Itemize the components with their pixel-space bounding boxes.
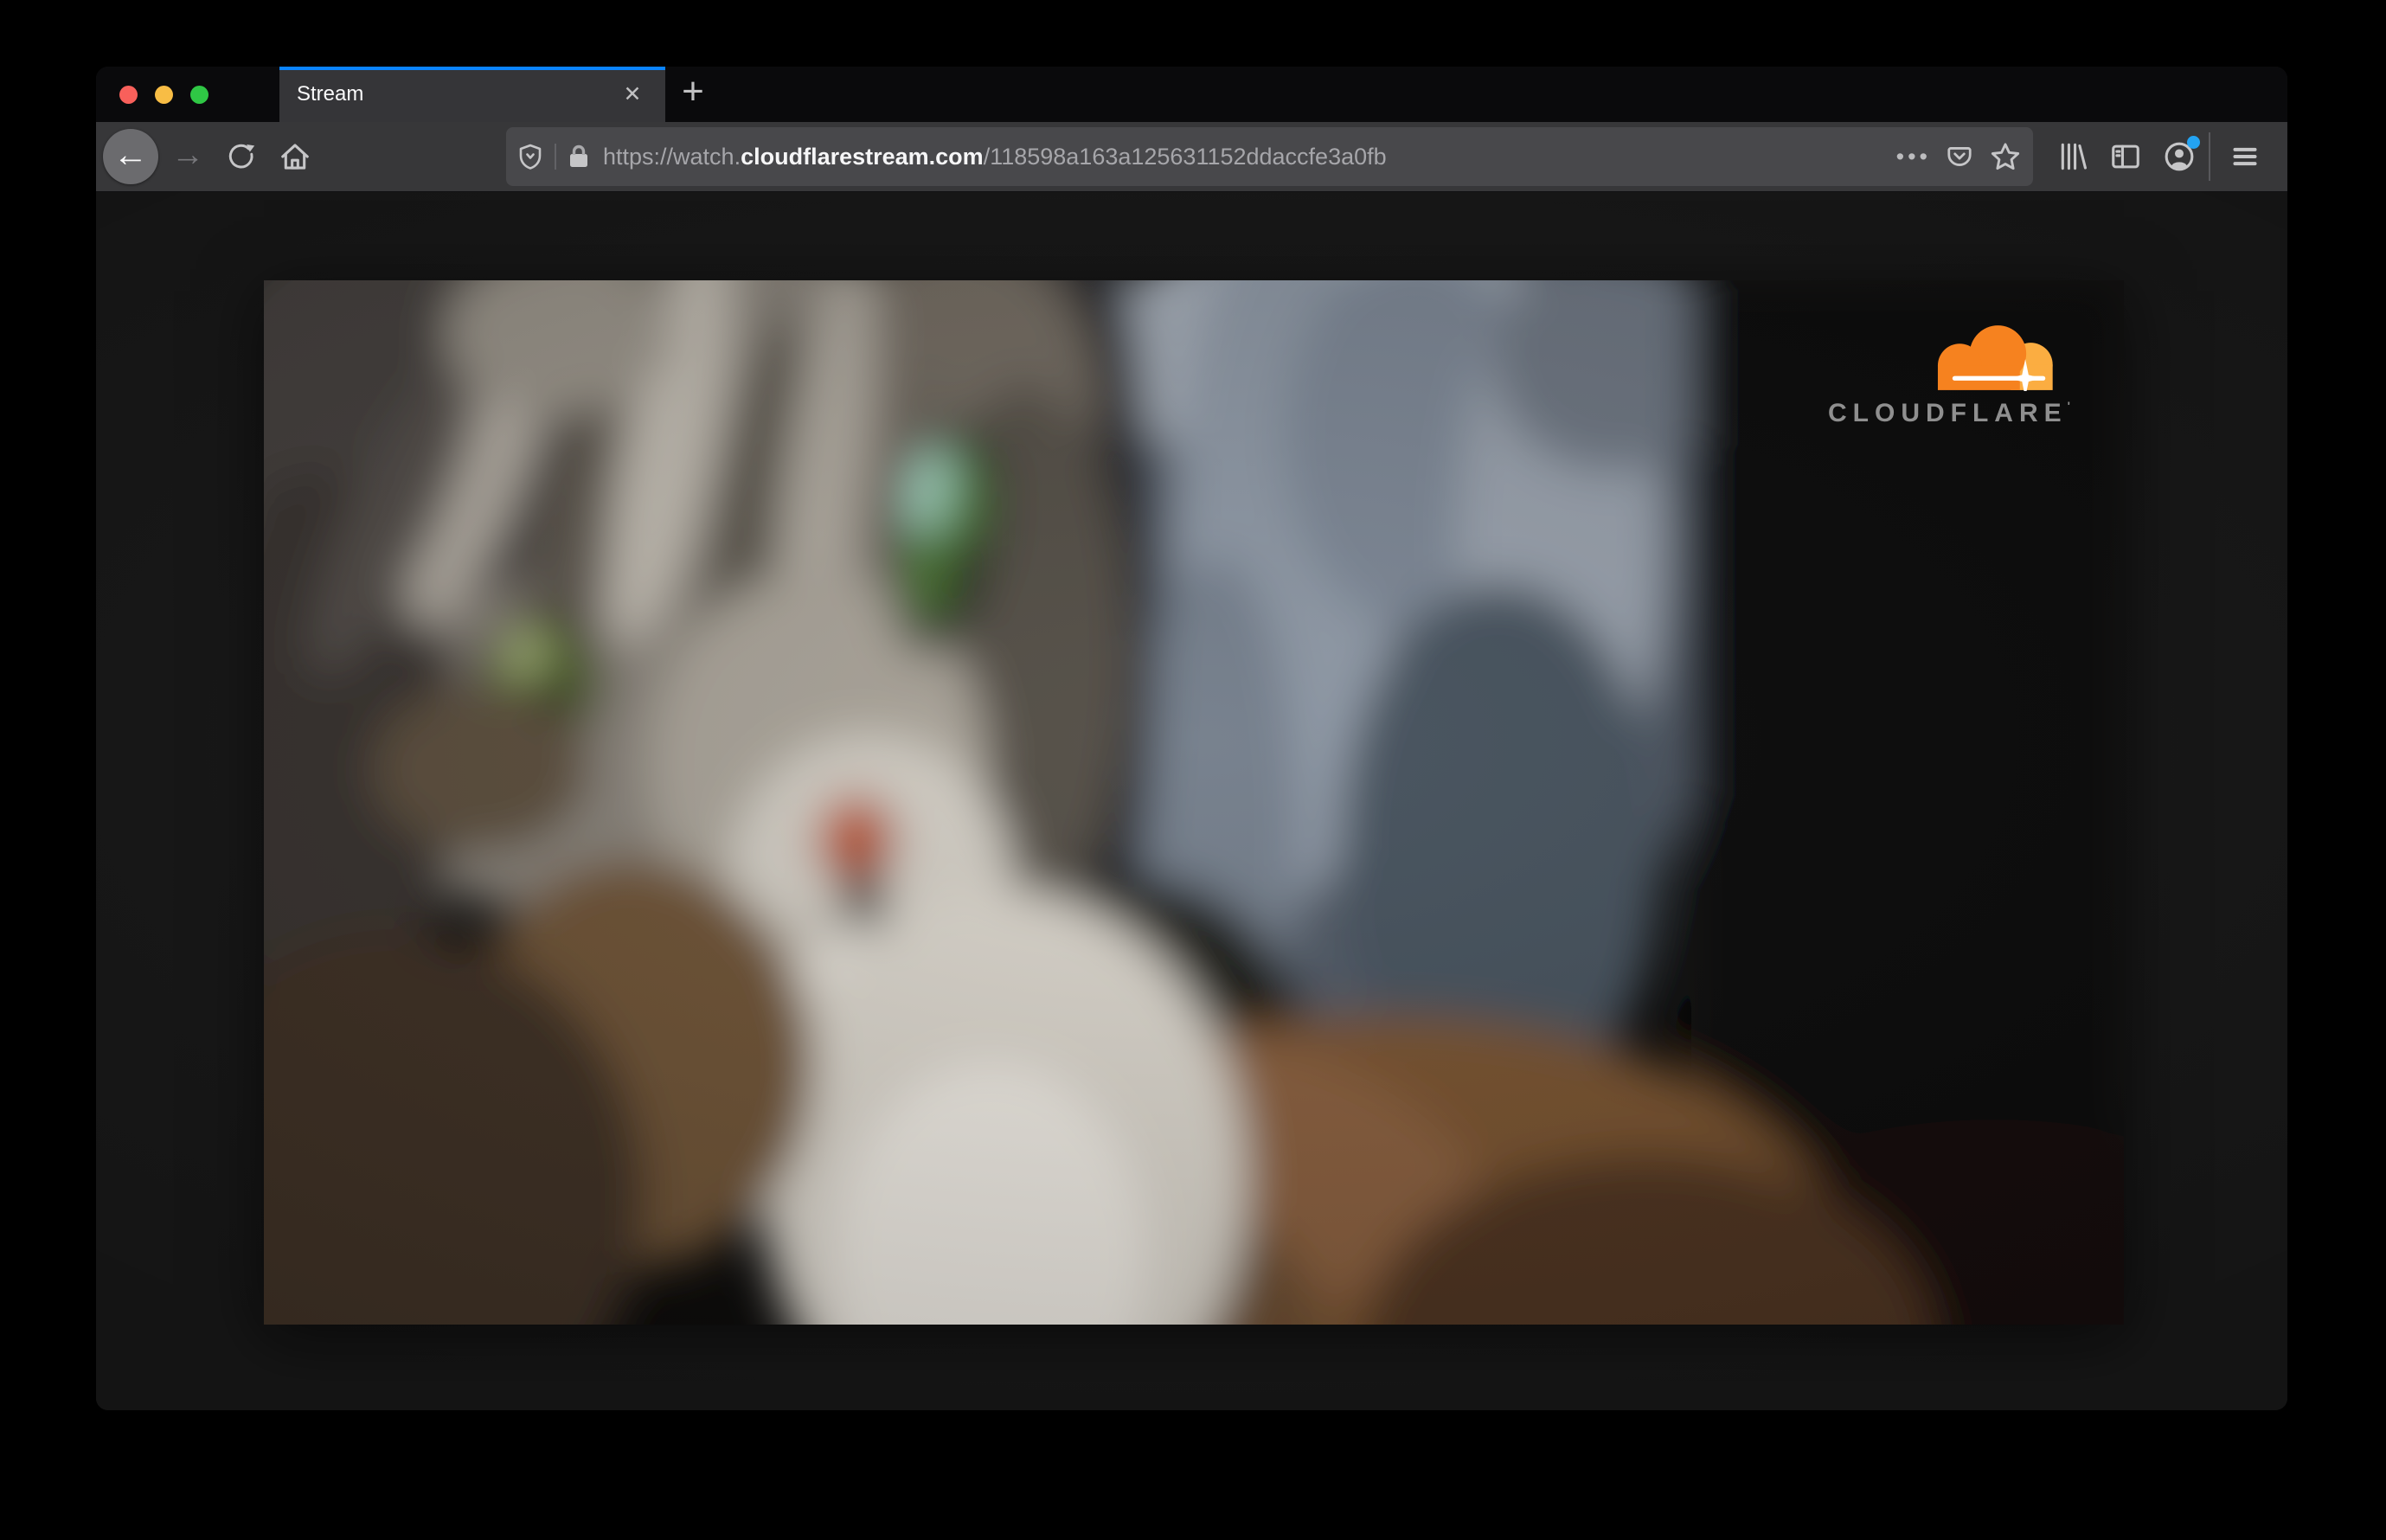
pocket-icon[interactable]	[1945, 142, 1974, 171]
cloudflare-watermark: CLOUDFLARE'	[1792, 324, 2070, 428]
video-frame-cat	[264, 280, 2124, 1325]
screenshot-stage: Stream ✕ + ← → https://watch.cloudflares…	[0, 0, 2386, 1540]
library-icon	[2061, 143, 2087, 170]
page-content: CLOUDFLARE'	[96, 192, 2287, 1410]
window-minimize-button[interactable]	[155, 85, 173, 104]
menu-button[interactable]	[2221, 132, 2269, 181]
tracking-shield-icon[interactable]	[516, 143, 544, 170]
sidebar-button[interactable]	[2101, 132, 2150, 181]
forward-button[interactable]: →	[164, 132, 212, 181]
cloudflare-cloud-icon	[1937, 325, 2053, 398]
tab-title: Stream	[297, 82, 364, 106]
lock-icon[interactable]	[567, 144, 591, 170]
url-domain: cloudflarestream.com	[741, 143, 984, 170]
tab-stream[interactable]: Stream ✕	[279, 67, 665, 122]
cloudflare-wordmark: CLOUDFLARE'	[1828, 399, 2070, 427]
url-bar[interactable]: https://watch.cloudflarestream.com/11859…	[506, 127, 2033, 186]
navigation-toolbar: ← → https://watch.cloudflarestream.com/1…	[96, 122, 2287, 192]
tab-close-icon[interactable]: ✕	[615, 77, 650, 112]
urlbar-separator	[555, 144, 556, 170]
window-zoom-button[interactable]	[190, 85, 208, 104]
window-close-button[interactable]	[119, 85, 138, 104]
url-path: /118598a163a125631152ddaccfe3a0fb	[983, 143, 1387, 170]
reload-button[interactable]	[217, 132, 266, 181]
tab-bar: Stream ✕ +	[96, 67, 2287, 122]
cloudflare-trademark: '	[2067, 399, 2070, 413]
account-notification-dot	[2187, 136, 2200, 149]
back-button[interactable]: ←	[103, 129, 158, 184]
titlebar-traffic-lights	[96, 67, 279, 122]
home-icon	[281, 144, 309, 170]
reload-icon	[228, 144, 255, 169]
sidebar-icon	[2112, 144, 2139, 169]
video-player[interactable]: CLOUDFLARE'	[264, 280, 2124, 1325]
menu-icon	[2233, 147, 2257, 166]
browser-window: Stream ✕ + ← → https://watch.cloudflares…	[96, 67, 2287, 1410]
back-arrow-icon: ←	[113, 136, 148, 174]
account-button[interactable]	[2155, 132, 2203, 181]
active-tab-accent-line	[279, 67, 665, 70]
home-button[interactable]	[271, 132, 319, 181]
toolbar-right-icons	[2048, 132, 2269, 181]
library-button[interactable]	[2048, 132, 2096, 181]
new-tab-button[interactable]: +	[665, 67, 721, 122]
forward-arrow-icon: →	[171, 137, 204, 173]
page-actions-icon[interactable]: •••	[1896, 144, 1931, 170]
url-scheme: https://watch.	[603, 143, 741, 170]
bookmark-star-icon[interactable]	[1990, 141, 2021, 172]
toolbar-divider	[2209, 132, 2210, 181]
url-text[interactable]: https://watch.cloudflarestream.com/11859…	[603, 144, 1896, 170]
